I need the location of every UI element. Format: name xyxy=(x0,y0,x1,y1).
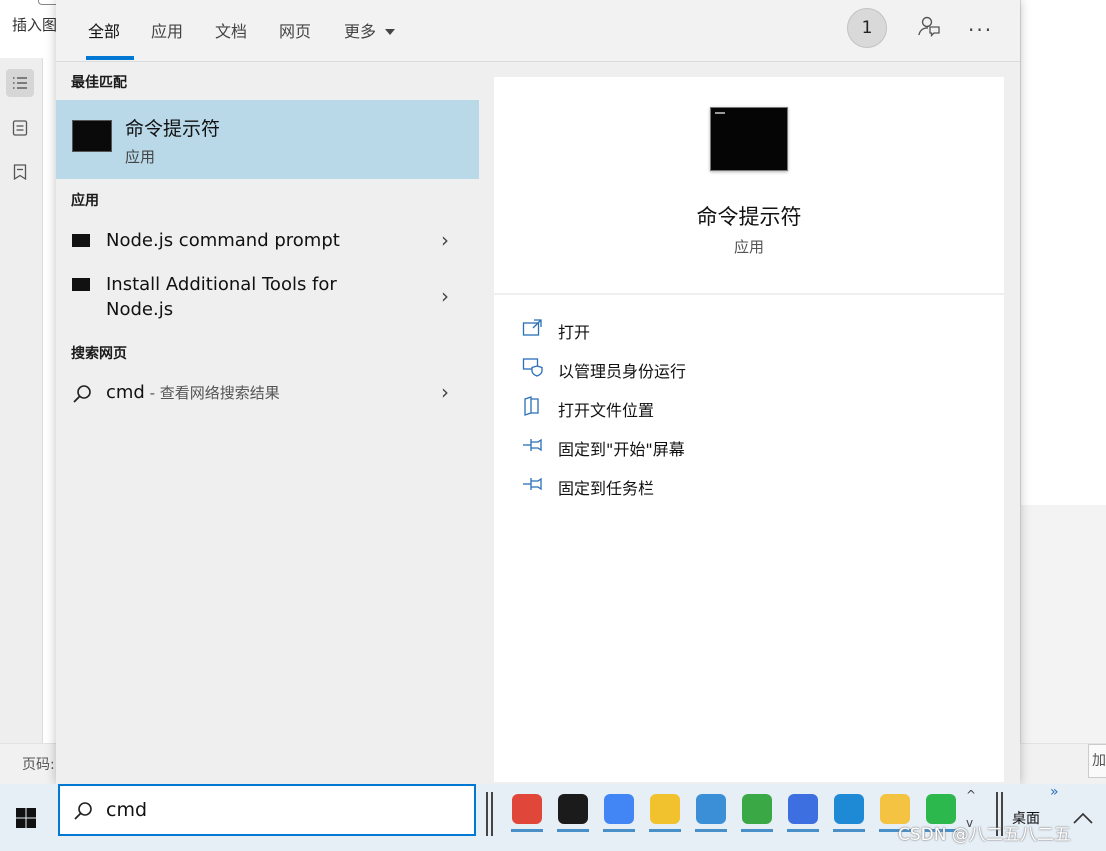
web-search-query: cmd xyxy=(106,382,145,403)
toolbar-overflow-icon[interactable]: » xyxy=(1050,784,1059,800)
more-options-icon[interactable]: ... xyxy=(968,12,993,36)
chevron-right-icon[interactable]: › xyxy=(441,380,449,404)
chevron-down-icon xyxy=(385,29,396,35)
pin-icon xyxy=(523,438,542,452)
terminal-icon xyxy=(710,107,788,171)
show-hidden-icons-icon[interactable] xyxy=(1072,806,1094,830)
chevron-right-icon[interactable]: › xyxy=(441,284,449,308)
list-item[interactable]: Node.js command prompt › xyxy=(56,222,479,262)
tab-web[interactable]: 网页 xyxy=(279,18,311,42)
best-match-title: 命令提示符 xyxy=(125,118,221,140)
action-label: 打开文件位置 xyxy=(558,401,655,420)
action-label: 固定到"开始"屏幕 xyxy=(558,440,685,459)
web-search-label: cmd - 查看网络搜索结果 xyxy=(106,380,280,406)
chevron-right-icon[interactable]: › xyxy=(441,228,449,252)
detail-pane: 命令提示符 应用 打开 以管理员身份运行 打开文件位置 固定到"开始"屏幕 固定… xyxy=(494,77,1004,782)
action-label: 打开 xyxy=(558,323,591,342)
app-s-green-icon[interactable] xyxy=(558,794,588,824)
app-result-label: Install Additional Tools for Node.js xyxy=(106,274,337,320)
detail-header: 命令提示符 应用 xyxy=(494,77,1004,295)
search-icon xyxy=(74,802,92,820)
best-match-item[interactable] xyxy=(56,100,479,179)
app-green-v-icon[interactable] xyxy=(742,794,772,824)
feedback-icon[interactable] xyxy=(916,14,942,40)
search-icon xyxy=(73,385,91,403)
tray-up-icon[interactable]: ^ xyxy=(966,788,976,802)
running-indicator xyxy=(557,829,589,832)
admin-shield-icon xyxy=(522,358,543,377)
apps-heading: 应用 xyxy=(71,193,99,209)
tab-apps[interactable]: 应用 xyxy=(151,18,183,42)
best-match-subtitle: 应用 xyxy=(125,148,156,166)
running-indicator xyxy=(741,829,773,832)
bg-right-button[interactable]: 加 xyxy=(1088,744,1106,778)
terminal-icon xyxy=(72,234,90,247)
watermark: CSDN @八二五八二五 xyxy=(898,825,1071,845)
tab-all[interactable]: 全部 xyxy=(88,18,120,42)
chrome-icon[interactable] xyxy=(604,794,634,824)
taskbar-separator xyxy=(491,792,493,836)
web-search-item[interactable]: cmd - 查看网络搜索结果 › xyxy=(56,374,479,414)
running-indicator xyxy=(787,829,819,832)
rewards-badge[interactable]: 1 xyxy=(847,8,887,48)
list-icon[interactable] xyxy=(6,69,34,97)
open-window-icon xyxy=(522,319,542,336)
outline-icon[interactable] xyxy=(6,114,34,142)
app-yellow-icon[interactable] xyxy=(650,794,680,824)
running-indicator xyxy=(833,829,865,832)
running-indicator xyxy=(511,829,543,832)
tab-documents[interactable]: 文档 xyxy=(215,18,247,42)
bg-page-label: 页码: xyxy=(22,757,55,773)
best-match-heading: 最佳匹配 xyxy=(71,75,127,91)
pin-icon xyxy=(523,477,542,491)
action-label: 以管理员身份运行 xyxy=(558,362,687,381)
edge-icon[interactable] xyxy=(834,794,864,824)
list-item[interactable]: Install Additional Tools for Node.js › xyxy=(56,268,479,326)
app-red-swirl-icon[interactable] xyxy=(512,794,542,824)
running-indicator xyxy=(649,829,681,832)
search-input[interactable]: cmd xyxy=(58,784,476,836)
detail-title: 命令提示符 xyxy=(696,205,802,229)
terminal-icon xyxy=(72,120,112,152)
windows-start-icon[interactable] xyxy=(14,806,38,830)
bg-sidebar xyxy=(0,58,43,743)
app-result-label: Node.js command prompt xyxy=(106,230,340,251)
search-flyout: 全部 应用 文档 网页 更多 1 ... 最佳匹配 命令提示符 应用 应用 No… xyxy=(56,0,1020,784)
app-blue-book-icon[interactable] xyxy=(696,794,726,824)
bookmark-icon[interactable] xyxy=(6,158,34,186)
bg-insert-label: 插入图 xyxy=(12,16,58,34)
running-indicator xyxy=(603,829,635,832)
bg-tab-corner xyxy=(38,0,57,5)
taskbar-separator xyxy=(486,792,488,836)
bg-document-area xyxy=(1020,0,1106,505)
web-search-suffix: - 查看网络搜索结果 xyxy=(144,384,280,402)
web-heading: 搜索网页 xyxy=(71,346,127,362)
tab-more[interactable]: 更多 xyxy=(344,18,396,42)
tab-more-label: 更多 xyxy=(344,22,377,41)
wps-writer-icon[interactable] xyxy=(788,794,818,824)
detail-subtitle: 应用 xyxy=(733,238,764,256)
search-tabs-bar: 全部 应用 文档 网页 更多 1 ... xyxy=(56,0,1020,62)
active-tab-indicator xyxy=(86,56,134,60)
action-label: 固定到任务栏 xyxy=(558,479,655,498)
running-indicator xyxy=(695,829,727,832)
terminal-icon xyxy=(72,278,90,291)
search-input-value: cmd xyxy=(106,799,148,821)
file-location-icon xyxy=(524,396,539,416)
